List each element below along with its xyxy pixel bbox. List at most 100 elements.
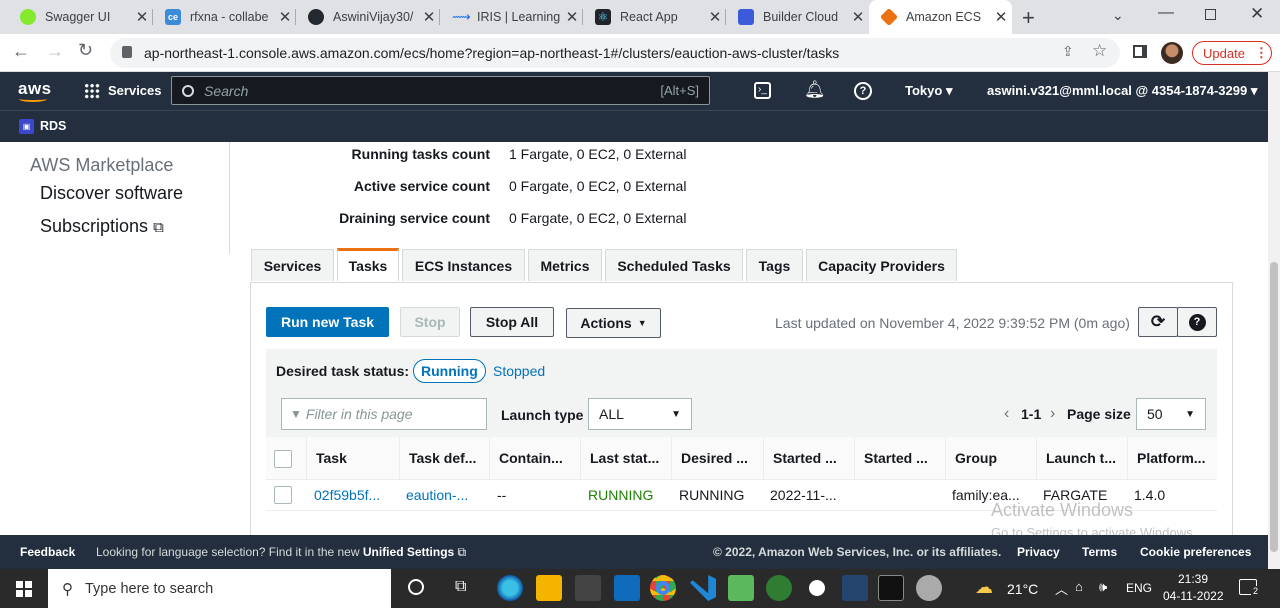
launch-type-select[interactable]: ALL ▼ <box>588 398 692 430</box>
tab-capacity-providers[interactable]: Capacity Providers <box>806 249 957 281</box>
column-header[interactable]: Desired ... <box>671 437 763 479</box>
column-header[interactable]: Group <box>945 437 1036 479</box>
stopped-status-toggle[interactable]: Stopped <box>493 363 545 379</box>
share-icon[interactable]: ⇪ <box>1062 43 1074 60</box>
feedback-link[interactable]: Feedback <box>20 545 75 559</box>
sidebar-item-discover-software[interactable]: Discover software <box>40 183 183 204</box>
column-header[interactable]: Launch t... <box>1036 437 1127 479</box>
forward-icon[interactable]: → <box>46 41 64 62</box>
bookmark-star-icon[interactable]: ☆ <box>1092 41 1107 61</box>
address-bar[interactable]: ap-northeast-1.console.aws.amazon.com/ec… <box>110 38 1120 68</box>
stop-all-button[interactable]: Stop All <box>470 307 554 337</box>
next-page-icon[interactable]: › <box>1050 405 1055 423</box>
column-header[interactable]: Started ... <box>763 437 854 479</box>
chevron-down-icon[interactable]: ⌄ <box>1112 7 1124 24</box>
page-size-select[interactable]: 50 ▼ <box>1136 398 1206 430</box>
back-icon[interactable]: ← <box>12 41 30 62</box>
network-icon[interactable]: ⌂ <box>1075 579 1083 594</box>
task-definition-link[interactable]: eaution-... <box>406 480 489 510</box>
app-blue-icon[interactable] <box>842 575 868 601</box>
postman-icon[interactable] <box>916 575 942 601</box>
filter-input[interactable]: ▼ Filter in this page <box>281 398 487 430</box>
close-tab-icon[interactable]: ✕ <box>561 8 583 26</box>
close-tab-icon[interactable]: ✕ <box>847 8 869 26</box>
select-all-checkbox[interactable] <box>274 450 292 468</box>
store-icon[interactable] <box>575 575 601 601</box>
close-window-icon[interactable]: ✕ <box>1250 4 1264 24</box>
close-tab-icon[interactable]: ✕ <box>274 8 296 26</box>
sidebar-item-subscriptions[interactable]: Subscriptions ⧉ <box>40 216 164 237</box>
sidebar-icon[interactable] <box>1133 45 1147 58</box>
column-header[interactable]: Started ... <box>854 437 945 479</box>
running-status-toggle[interactable]: Running <box>413 359 486 383</box>
browser-tab[interactable]: ce rfxna - collabe ✕ <box>153 0 296 34</box>
tab-ecs-instances[interactable]: ECS Instances <box>402 249 525 281</box>
refresh-button[interactable]: ⟳ <box>1138 307 1178 337</box>
browser-tab[interactable]: Swagger UI ✕ <box>8 0 153 34</box>
clock-time[interactable]: 21:39 <box>1178 572 1208 586</box>
tab-tags[interactable]: Tags <box>746 249 803 281</box>
cookie-preferences-link[interactable]: Cookie preferences <box>1140 545 1251 559</box>
update-button[interactable]: Update ⋮ <box>1192 41 1272 65</box>
privacy-link[interactable]: Privacy <box>1017 545 1060 559</box>
browser-tab-active[interactable]: Amazon ECS ✕ <box>869 0 1012 34</box>
avatar[interactable] <box>1161 42 1183 64</box>
task-view-icon[interactable]: ⧉ <box>455 578 466 596</box>
row-checkbox[interactable] <box>274 486 292 504</box>
browser-tab[interactable]: AswiniVijay30/ ✕ <box>296 0 440 34</box>
close-tab-icon[interactable]: ✕ <box>990 8 1012 26</box>
terminal-icon[interactable] <box>878 575 904 601</box>
taskbar-search-box[interactable]: ⚲ Type here to search <box>48 569 391 608</box>
cortana-icon[interactable] <box>408 579 424 595</box>
aws-search-box[interactable]: Search [Alt+S] <box>171 76 710 105</box>
help-button[interactable]: ? <box>1177 307 1217 337</box>
browser-tab[interactable]: Builder Cloud ✕ <box>726 0 869 34</box>
stop-button[interactable]: Stop <box>400 307 460 337</box>
tab-scheduled-tasks[interactable]: Scheduled Tasks <box>605 249 743 281</box>
unified-settings-link[interactable]: Unified Settings <box>363 545 454 559</box>
temperature[interactable]: 21°C <box>1007 581 1038 597</box>
app-circle-icon[interactable] <box>804 575 830 601</box>
run-new-task-button[interactable]: Run new Task <box>266 307 389 337</box>
minimize-icon[interactable]: — <box>1158 4 1174 22</box>
browser-tab[interactable]: ⚛ React App ✕ <box>583 0 726 34</box>
scrollbar-thumb[interactable] <box>1270 262 1278 552</box>
column-header[interactable]: Task <box>306 437 399 479</box>
column-header[interactable]: Last stat... <box>580 437 671 479</box>
vscode-icon[interactable] <box>690 575 716 601</box>
notepad-icon[interactable] <box>728 575 754 601</box>
file-explorer-icon[interactable] <box>536 575 562 601</box>
close-tab-icon[interactable]: ✕ <box>704 8 726 26</box>
search-input[interactable]: Search <box>204 83 660 99</box>
weather-icon[interactable]: ☁ <box>975 577 993 598</box>
region-selector[interactable]: Tokyo ▾ <box>905 83 952 99</box>
reload-icon[interactable]: ↻ <box>78 40 93 61</box>
terms-link[interactable]: Terms <box>1082 545 1117 559</box>
clock-date[interactable]: 04-11-2022 <box>1163 589 1224 603</box>
tab-metrics[interactable]: Metrics <box>528 249 602 281</box>
browser-tab[interactable]: ⟿ IRIS | Learning ✕ <box>440 0 583 34</box>
task-id-link[interactable]: 02f59b5f... <box>314 480 399 510</box>
restore-icon[interactable] <box>1205 9 1216 20</box>
mail-icon[interactable] <box>614 575 640 601</box>
column-header[interactable]: Task def... <box>399 437 489 479</box>
app-green-icon[interactable] <box>766 575 792 601</box>
volume-icon[interactable]: 🕪︎ <box>1099 579 1107 595</box>
new-tab-icon[interactable]: + <box>1022 5 1035 31</box>
column-header[interactable]: Platform... <box>1127 437 1217 479</box>
tray-chevron-icon[interactable]: ︿ <box>1055 579 1068 598</box>
language-indicator[interactable]: ENG <box>1126 581 1152 595</box>
services-grid-icon[interactable] <box>84 83 100 99</box>
help-icon[interactable]: ? <box>854 82 872 100</box>
edge-icon[interactable] <box>497 575 523 601</box>
column-header[interactable]: Contain... <box>489 437 580 479</box>
close-tab-icon[interactable]: ✕ <box>418 8 440 26</box>
services-menu[interactable]: Services <box>108 83 162 98</box>
chrome-icon[interactable] <box>650 575 676 601</box>
windows-start-icon[interactable] <box>16 581 32 597</box>
notifications-bell-icon[interactable]: 🔔︎ <box>804 80 826 100</box>
account-menu[interactable]: aswini.v321@mml.local @ 4354-1874-3299 ▾ <box>987 83 1257 99</box>
actions-dropdown[interactable]: Actions ▼ <box>566 308 661 338</box>
prev-page-icon[interactable]: ‹ <box>1004 405 1009 423</box>
tab-services[interactable]: Services <box>251 249 334 281</box>
